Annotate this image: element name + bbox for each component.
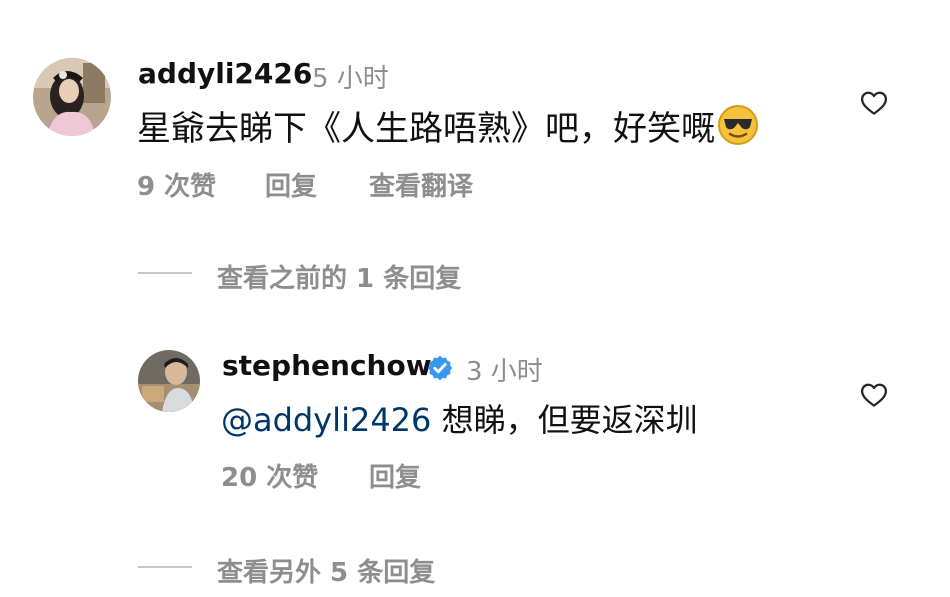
mention-link[interactable]: @addyli2426	[221, 401, 431, 439]
comment-timestamp: 5 小时	[312, 64, 389, 94]
thread-divider	[138, 566, 192, 568]
sunglasses-emoji-icon	[717, 104, 759, 155]
verified-badge-icon	[426, 354, 454, 382]
comment-addyli2426: addyli2426 5 小时 星爺去睇下《人生路唔熟》吧，好笑嘅 9 次赞 回…	[0, 0, 950, 210]
comment-username[interactable]: addyli2426	[138, 57, 312, 90]
comment-text: 星爺去睇下《人生路唔熟》吧，好笑嘅	[137, 101, 759, 155]
heart-outline-icon[interactable]	[859, 88, 889, 118]
avatar-stephenchow[interactable]	[138, 350, 200, 412]
comment-text-content: 想睇，但要返深圳	[441, 401, 698, 439]
translate-button[interactable]: 查看翻译	[369, 166, 473, 203]
like-count[interactable]: 20 次赞	[221, 457, 318, 494]
reply-button[interactable]: 回复	[369, 457, 421, 494]
comment-text: @addyli2426 想睇，但要返深圳	[221, 395, 698, 441]
reply-button[interactable]: 回复	[265, 166, 317, 203]
thread-divider	[138, 272, 192, 274]
comment-username[interactable]: stephenchow	[222, 349, 432, 382]
avatar-image	[33, 58, 111, 136]
avatar-addyli2426[interactable]	[33, 58, 111, 136]
avatar-image	[138, 350, 200, 412]
comment-text-content: 星爺去睇下《人生路唔熟》吧，好笑嘅	[137, 109, 715, 149]
comment-stephenchow: stephenchow 3 小时 @addyli2426 想睇，但要返深圳 20…	[0, 330, 950, 500]
view-previous-replies-button[interactable]: 查看之前的 1 条回复	[217, 258, 461, 295]
comment-timestamp: 3 小时	[466, 357, 543, 387]
like-count[interactable]: 9 次赞	[137, 166, 216, 203]
heart-outline-icon[interactable]	[859, 380, 889, 410]
view-more-replies-button[interactable]: 查看另外 5 条回复	[217, 552, 435, 589]
